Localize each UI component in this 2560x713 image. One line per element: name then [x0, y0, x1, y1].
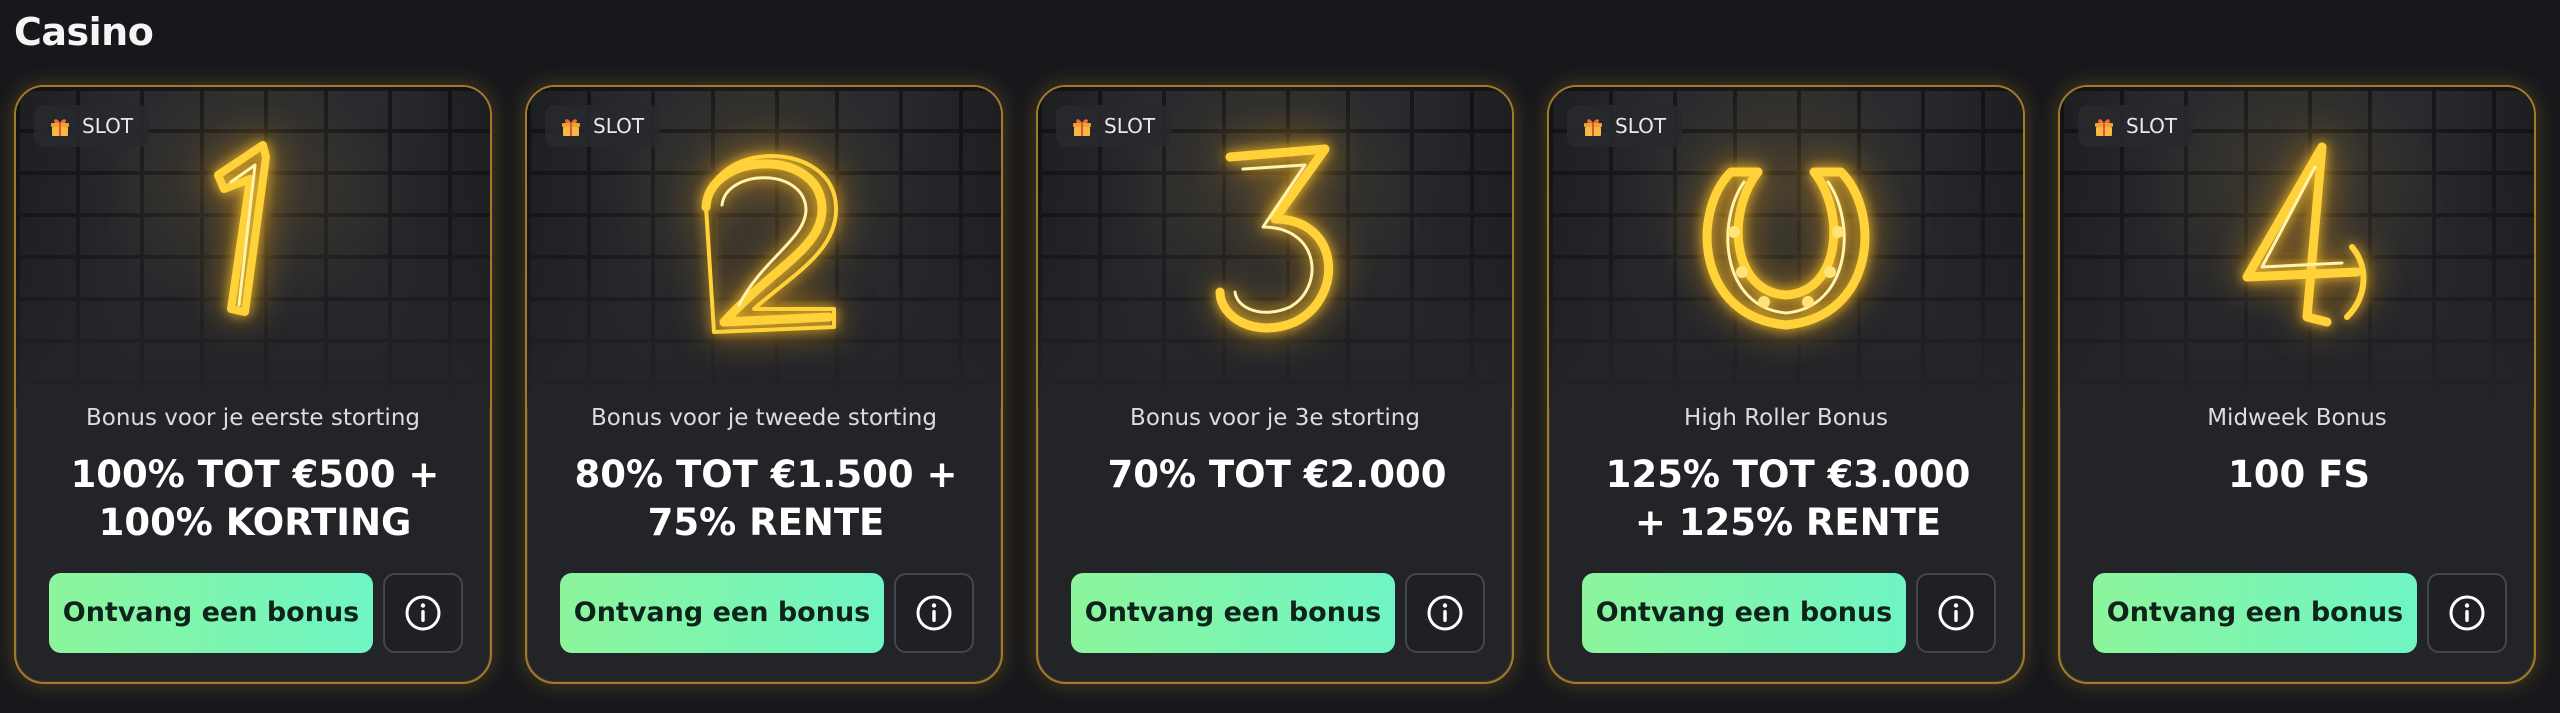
info-button[interactable] — [383, 573, 463, 653]
card-subtitle: Bonus voor je tweede storting — [591, 405, 937, 431]
card-subtitle: Midweek Bonus — [2207, 405, 2387, 431]
bonus-card-second-deposit: SLOT Bonus voor je tweede storting 80% T… — [525, 85, 1003, 684]
get-bonus-button[interactable]: Ontvang een bonus — [49, 573, 373, 653]
bonus-card-midweek: SLOT Midweek Bonus 100 FS Ontvang een bo… — [2058, 85, 2536, 684]
section-title: Casino — [14, 10, 154, 54]
neon-number-2-icon — [701, 154, 839, 334]
gift-icon — [1073, 119, 1091, 136]
card-offer: 70% TOT €2.000 — [1107, 453, 1447, 496]
gift-icon — [1584, 119, 1602, 136]
get-bonus-button[interactable]: Ontvang een bonus — [1582, 573, 1906, 653]
info-icon — [405, 595, 441, 631]
card-offer: 125% TOT €3.000 + 125% RENTE — [1605, 453, 1971, 544]
get-bonus-button[interactable]: Ontvang een bonus — [1071, 573, 1395, 653]
info-icon — [1938, 595, 1974, 631]
card-offer: 100% TOT €500 + 100% KORTING — [70, 453, 440, 544]
bonus-cards: SLOT Bonus voor je eerste storting 100% … — [14, 85, 2536, 684]
info-button[interactable] — [1916, 573, 1996, 653]
info-button[interactable] — [1405, 573, 1485, 653]
info-button[interactable] — [2427, 573, 2507, 653]
info-icon — [916, 595, 952, 631]
info-icon — [1427, 595, 1463, 631]
card-offer: 80% TOT €1.500 + 75% RENTE — [574, 453, 958, 544]
card-subtitle: High Roller Bonus — [1684, 405, 1888, 431]
bonus-card-high-roller: SLOT High Roller Bonus 125% TOT €3.000 +… — [1547, 85, 2025, 684]
gift-icon — [51, 119, 69, 136]
neon-number-1-icon — [214, 141, 270, 316]
bonus-card-third-deposit: SLOT Bonus voor je 3e storting 70% TOT €… — [1036, 85, 1514, 684]
gift-icon — [2095, 119, 2113, 136]
gift-icon — [562, 119, 580, 136]
card-subtitle: Bonus voor je 3e storting — [1130, 405, 1420, 431]
info-button[interactable] — [894, 573, 974, 653]
neon-number-4-icon — [2242, 142, 2367, 327]
get-bonus-button[interactable]: Ontvang een bonus — [2093, 573, 2417, 653]
card-offer: 100 FS — [2227, 453, 2371, 496]
neon-number-3-icon — [1215, 144, 1334, 333]
info-icon — [2449, 595, 2485, 631]
horseshoe-icon — [1702, 167, 1870, 330]
bonus-card-first-deposit: SLOT Bonus voor je eerste storting 100% … — [14, 85, 492, 684]
get-bonus-button[interactable]: Ontvang een bonus — [560, 573, 884, 653]
card-subtitle: Bonus voor je eerste storting — [85, 405, 420, 431]
